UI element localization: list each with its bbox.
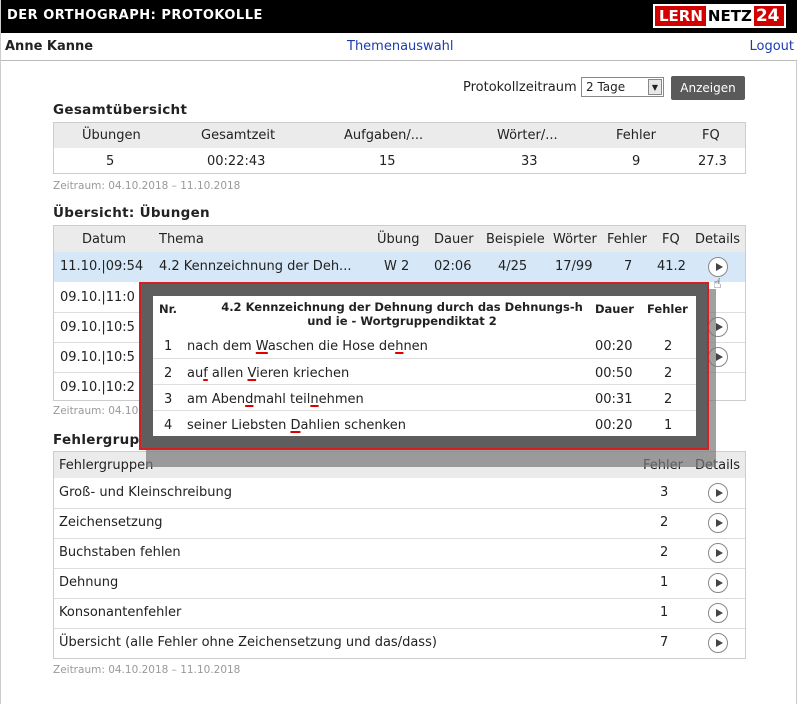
details-play-icon[interactable] bbox=[708, 573, 728, 593]
logout-link[interactable]: Logout bbox=[749, 39, 794, 54]
details-play-icon[interactable] bbox=[708, 603, 728, 623]
table-row[interactable]: 11.10.|09:54 4.2 Kennzeichnung der Deh..… bbox=[54, 252, 745, 282]
details-play-icon[interactable] bbox=[708, 483, 728, 503]
list-item[interactable]: Zeichensetzung 2 bbox=[54, 508, 745, 538]
hand-cursor-icon: ☝ bbox=[713, 276, 722, 292]
user-name: Anne Kanne bbox=[5, 39, 94, 54]
overview-header-row: Übungen Gesamtzeit Aufgaben/... Wörter/.… bbox=[54, 123, 745, 148]
period-label: Protokollzeitraum bbox=[463, 80, 577, 95]
list-item[interactable]: Konsonantenfehler 1 bbox=[54, 598, 745, 628]
overview-value-row: 5 00:22:43 15 33 9 27.3 bbox=[106, 154, 727, 169]
errorgroups-period: Zeitraum: 04.10.2018 – 11.10.2018 bbox=[53, 664, 241, 676]
chevron-down-icon: ▼ bbox=[648, 79, 662, 95]
details-play-icon[interactable] bbox=[708, 543, 728, 563]
popup-row: 1 nach dem Waschen die Hose dehnen 00:20… bbox=[164, 339, 673, 354]
details-play-icon[interactable] bbox=[708, 513, 728, 533]
overview-table: Übungen Gesamtzeit Aufgaben/... Wörter/.… bbox=[53, 122, 746, 174]
period-select[interactable]: 2 Tage ▼ bbox=[581, 77, 664, 97]
overview-period: Zeitraum: 04.10.2018 – 11.10.2018 bbox=[53, 180, 241, 192]
list-item[interactable]: Buchstaben fehlen 2 bbox=[54, 538, 745, 568]
lernnetz-logo[interactable]: LERN NETZ 24 bbox=[653, 4, 786, 28]
popup-header-row: Nr. 4.2 Kennzeichnung der Dehnung durch … bbox=[159, 300, 688, 328]
title-bar: DER ORTHOGRAPH: PROTOKOLLE LERN NETZ 24 bbox=[1, 0, 797, 33]
overview-title: Gesamtübersicht bbox=[53, 102, 188, 118]
topics-link[interactable]: Themenauswahl bbox=[347, 39, 454, 54]
show-button[interactable]: Anzeigen bbox=[671, 76, 745, 100]
exercises-period: Zeitraum: 04.10 bbox=[53, 405, 139, 417]
popup-row: 2 auf allen Vieren kriechen 00:50 2 bbox=[153, 358, 696, 384]
page-title: DER ORTHOGRAPH: PROTOKOLLE bbox=[7, 8, 263, 23]
details-play-icon[interactable] bbox=[708, 633, 728, 653]
details-play-icon[interactable] bbox=[708, 257, 728, 277]
popup-row: 4 seiner Liebsten Dahlien schenken 00:20… bbox=[153, 410, 696, 436]
exercises-title: Übersicht: Übungen bbox=[53, 205, 210, 221]
errorgroups-table: Fehlergruppen Fehler Details Groß- und K… bbox=[53, 451, 746, 659]
list-item[interactable]: Übersicht (alle Fehler ohne Zeichensetzu… bbox=[54, 628, 745, 658]
exercises-header-row: Datum Thema Übung Dauer Beispiele Wörter… bbox=[54, 226, 745, 252]
details-popup: Nr. 4.2 Kennzeichnung der Dehnung durch … bbox=[139, 282, 709, 450]
popup-row: 3 am Abendmahl teilnehmen 00:31 2 bbox=[153, 384, 696, 410]
list-item[interactable]: Dehnung 1 bbox=[54, 568, 745, 598]
list-item[interactable]: Groß- und Kleinschreibung 3 bbox=[54, 478, 745, 508]
errorgroups-title: Fehlergrupp bbox=[53, 432, 150, 448]
popup-table: Nr. 4.2 Kennzeichnung der Dehnung durch … bbox=[153, 296, 696, 436]
user-bar: Anne Kanne Themenauswahl Logout bbox=[1, 33, 797, 61]
